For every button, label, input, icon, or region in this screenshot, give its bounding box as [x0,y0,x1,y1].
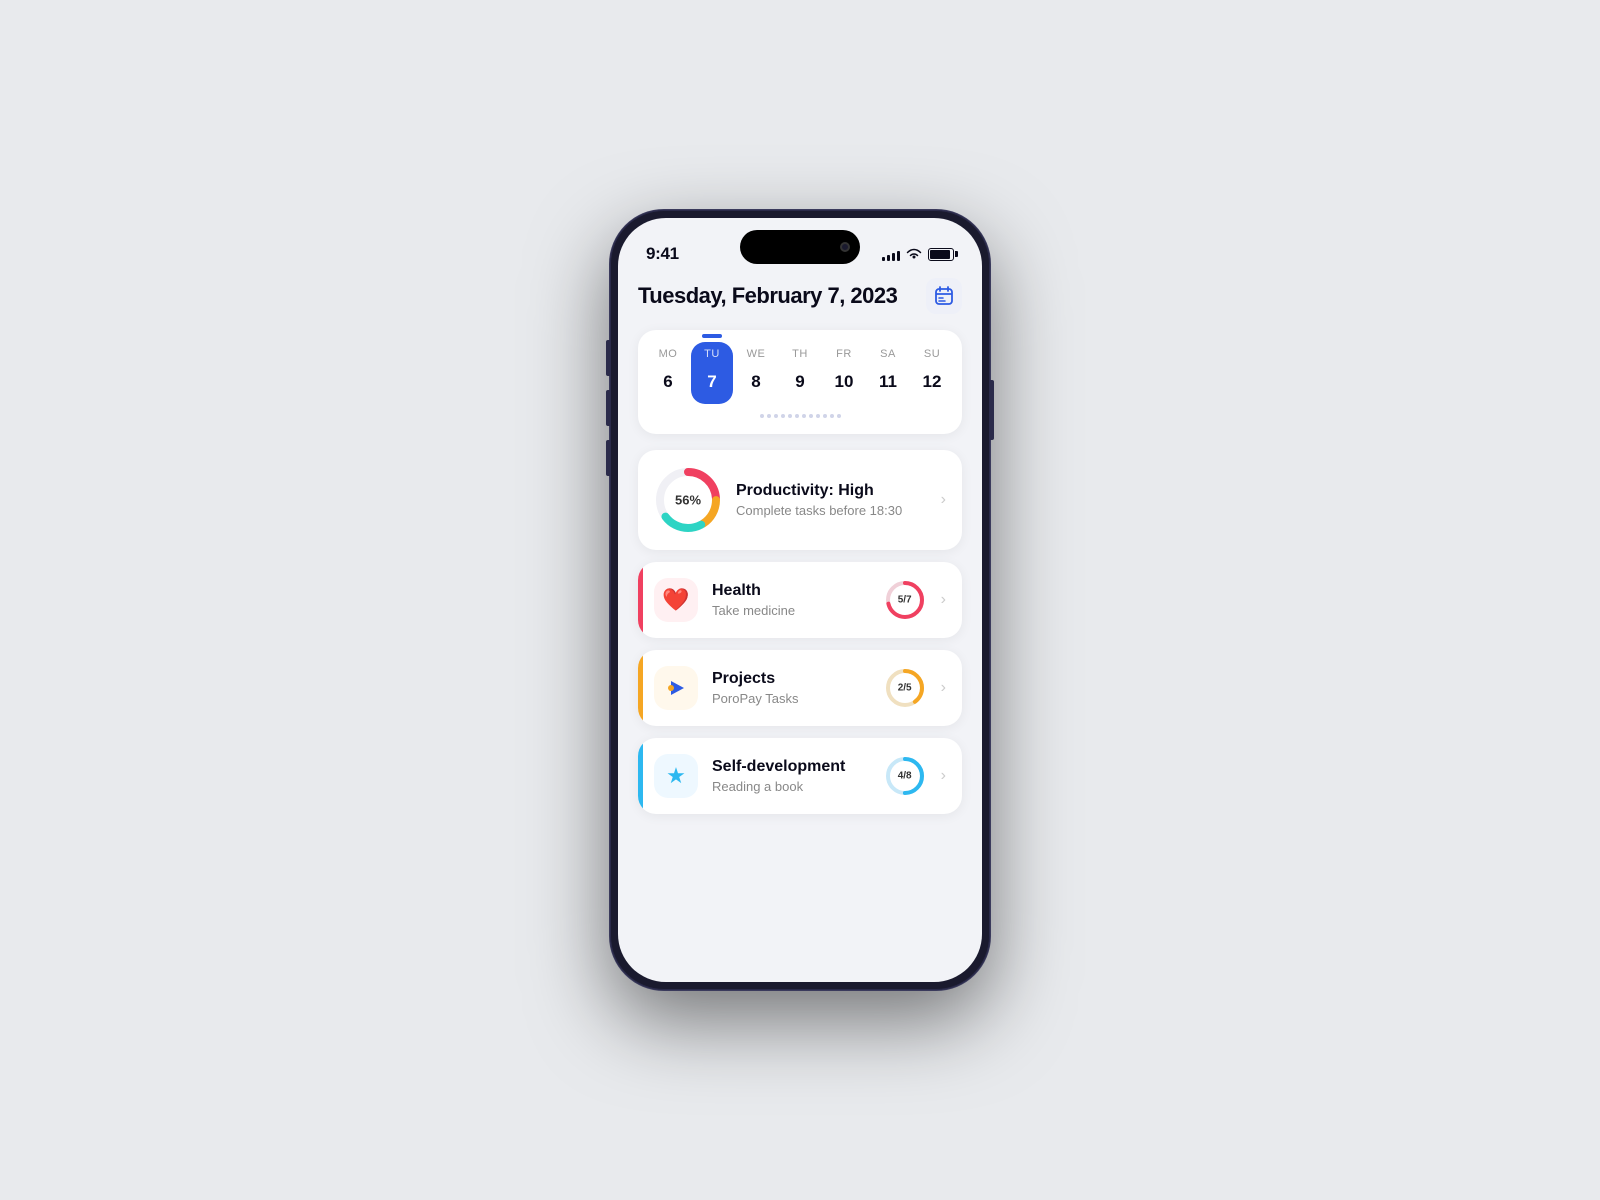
health-title: Health [712,582,869,600]
dynamic-island [740,230,860,264]
projects-subtitle: PoroPay Tasks [712,691,869,706]
productivity-title: Productivity: High [736,482,927,500]
task-accent-bar [638,738,643,814]
self-development-progress-circle: 4/8 [883,754,927,798]
projects-progress-circle: 2/5 [883,666,927,710]
phone-frame: 9:41 [610,210,990,990]
health-info: Health Take medicine [712,582,869,618]
calendar-dots [646,414,954,418]
productivity-subtitle: Complete tasks before 18:30 [736,503,927,518]
header: Tuesday, February 7, 2023 [638,274,962,314]
chevron-right-icon: › [941,679,946,697]
task-card-self-development[interactable]: ★ Self-development Reading a book 4/8 › [638,738,962,814]
calendar-day-11[interactable]: SA 11 [867,342,909,404]
productivity-chart: 56% [654,466,722,534]
wifi-icon [906,248,922,260]
page-title: Tuesday, February 7, 2023 [638,283,897,309]
calendar-button[interactable] [926,278,962,314]
task-accent-bar [638,562,643,638]
calendar-day-12[interactable]: SU 12 [911,342,953,404]
self-development-info: Self-development Reading a book [712,758,869,794]
chevron-right-icon: › [941,591,946,609]
self-development-title: Self-development [712,758,869,776]
screen-content: Tuesday, February 7, 2023 MO6TU7WE8TH9FR… [618,274,982,982]
day-number: 12 [916,366,948,398]
productivity-card[interactable]: 56% Productivity: High Complete tasks be… [638,450,962,550]
front-camera [840,242,850,252]
day-number: 10 [828,366,860,398]
chevron-right-icon: › [941,491,946,509]
day-label: SU [924,348,940,360]
day-number: 9 [784,366,816,398]
task-list: ❤️ Health Take medicine 5/7 › Projects Poro… [638,562,962,814]
phone-screen: 9:41 [618,218,982,982]
calendar-day-8[interactable]: WE 8 [735,342,777,404]
task-card-projects[interactable]: Projects PoroPay Tasks 2/5 › [638,650,962,726]
day-label: SA [880,348,896,360]
day-label: WE [747,348,766,360]
calendar-day-9[interactable]: TH 9 [779,342,821,404]
chevron-right-icon: › [941,767,946,785]
day-number: 11 [872,366,904,398]
task-accent-bar [638,650,643,726]
day-label: TH [792,348,808,360]
day-number: 7 [696,366,728,398]
day-label: TU [704,348,720,360]
calendar-day-10[interactable]: FR 10 [823,342,865,404]
health-icon: ❤️ [654,578,698,622]
projects-title: Projects [712,670,869,688]
day-label: FR [836,348,852,360]
task-card-health[interactable]: ❤️ Health Take medicine 5/7 › [638,562,962,638]
self-development-subtitle: Reading a book [712,779,869,794]
calendar-day-7[interactable]: TU 7 [691,342,733,404]
health-progress-circle: 5/7 [883,578,927,622]
play-icon [666,678,686,698]
day-strip: MO 6 TU 7 WE 8 TH 9 FR 10 SA 11 SU 12 [646,342,954,404]
projects-progress-label: 2/5 [898,683,912,694]
productivity-info: Productivity: High Complete tasks before… [736,482,927,518]
signal-icon [882,247,900,261]
day-label: MO [659,348,678,360]
calendar-day-6[interactable]: MO 6 [647,342,689,404]
health-progress-label: 5/7 [898,595,912,606]
calendar-icon [934,286,954,306]
productivity-percent: 56% [675,493,701,508]
battery-icon [928,248,954,261]
day-number: 8 [740,366,772,398]
projects-icon [654,666,698,710]
health-subtitle: Take medicine [712,603,869,618]
self-development-progress-label: 4/8 [898,771,912,782]
self-development-icon: ★ [654,754,698,798]
day-number: 6 [652,366,684,398]
calendar-strip: MO 6 TU 7 WE 8 TH 9 FR 10 SA 11 SU 12 [638,330,962,434]
projects-info: Projects PoroPay Tasks [712,670,869,706]
status-time: 9:41 [646,244,679,264]
status-icons [882,247,954,261]
star-icon: ★ [666,763,686,789]
